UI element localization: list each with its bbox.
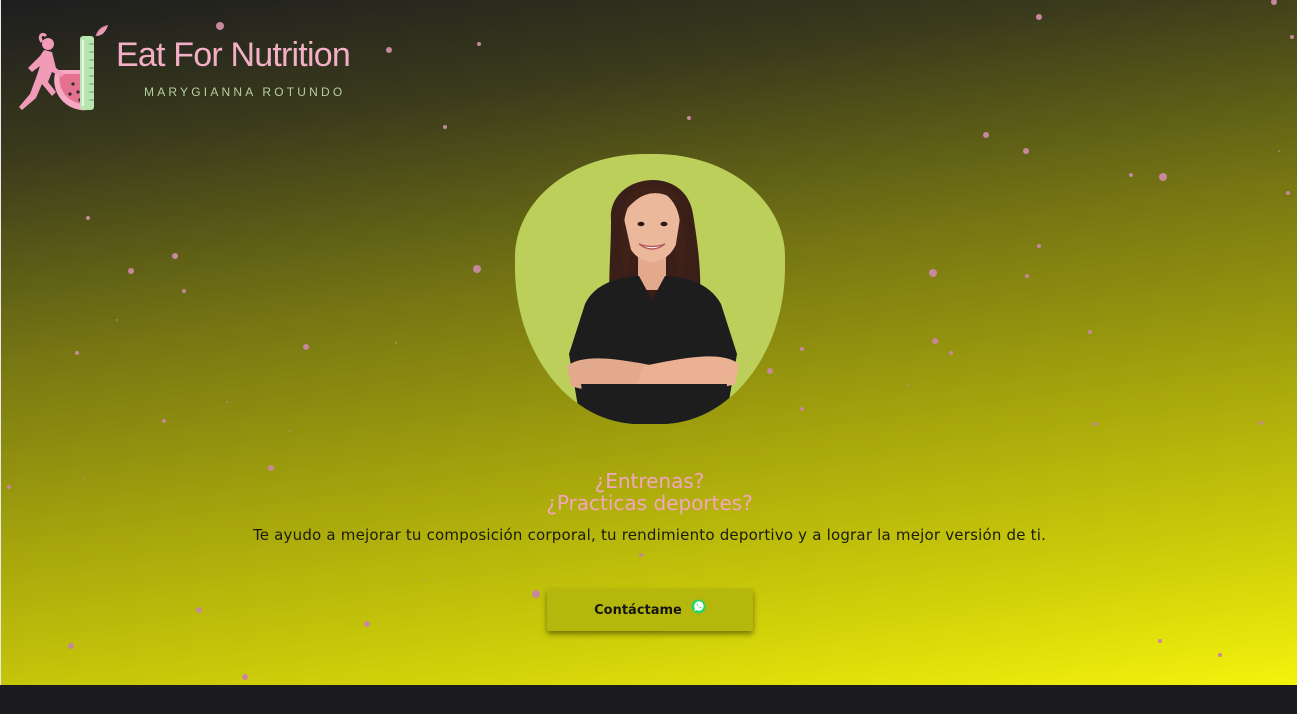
particle-dot [1278, 150, 1280, 152]
particle-dot [1023, 148, 1029, 154]
particle-dot [800, 407, 804, 411]
particle-dot [983, 132, 989, 138]
particle-dot [128, 268, 134, 274]
particle-dot [1037, 244, 1041, 248]
particle-dot [242, 674, 248, 680]
particle-dot [86, 216, 90, 220]
particle-dot [182, 289, 186, 293]
particle-dot [687, 116, 691, 120]
particle-dot [1158, 639, 1162, 643]
particle-dot [1290, 35, 1294, 39]
particle-dot [639, 553, 643, 557]
headline-line-1: ¿Entrenas? [594, 469, 705, 493]
particle-dot [477, 42, 481, 46]
particle-dot [1259, 421, 1263, 425]
particle-dot [932, 338, 938, 344]
particle-dot [1218, 653, 1222, 657]
portrait-illustration [567, 179, 739, 424]
contact-button[interactable]: Contáctame [547, 589, 753, 631]
brand-logo[interactable]: Eat For Nutrition MARYGIANNA ROTUNDO [18, 22, 398, 117]
particle-dot [116, 319, 118, 321]
particle-dot [949, 351, 953, 355]
headline-line-2: ¿Practicas deportes? [546, 491, 753, 515]
particle-dot [532, 590, 540, 598]
hero-tagline: Te ayudo a mejorar tu composición corpor… [252, 526, 1047, 544]
brand-subtitle: MARYGIANNA ROTUNDO [144, 85, 346, 99]
particle-dot [162, 419, 166, 423]
particle-dot [767, 368, 773, 374]
particle-dot [1286, 191, 1290, 195]
particle-dot [424, 579, 426, 581]
particle-dot [1159, 173, 1167, 181]
particle-dot [364, 621, 370, 627]
runner-watermelon-logo-icon [19, 25, 108, 111]
particle-dot [1088, 330, 1092, 334]
brand-title: Eat For Nutrition [116, 36, 351, 74]
particle-dot [1271, 0, 1277, 5]
particle-dot [68, 643, 74, 649]
whatsapp-icon [691, 599, 706, 614]
nutritionist-portrait [515, 154, 785, 424]
particle-dot [1129, 173, 1133, 177]
contact-button-label: Contáctame [594, 602, 682, 618]
particle-dot [473, 265, 481, 273]
hero-section: Eat For Nutrition MARYGIANNA ROTUNDO ¿En… [1, 0, 1297, 685]
particle-dot [172, 253, 178, 259]
footer-bar [0, 685, 1297, 714]
particle-dot [908, 384, 910, 386]
particle-dot [226, 401, 228, 403]
particle-dot [1025, 274, 1029, 278]
particle-dot [303, 344, 309, 350]
particle-dot [800, 347, 804, 351]
particle-dot [289, 430, 291, 432]
particle-dot [75, 351, 79, 355]
particle-dot [395, 342, 397, 344]
particle-dot [1036, 14, 1042, 20]
particle-dot [443, 125, 447, 129]
particle-dot [196, 607, 202, 613]
particle-dot [929, 269, 937, 277]
particle-dot [1093, 422, 1097, 426]
